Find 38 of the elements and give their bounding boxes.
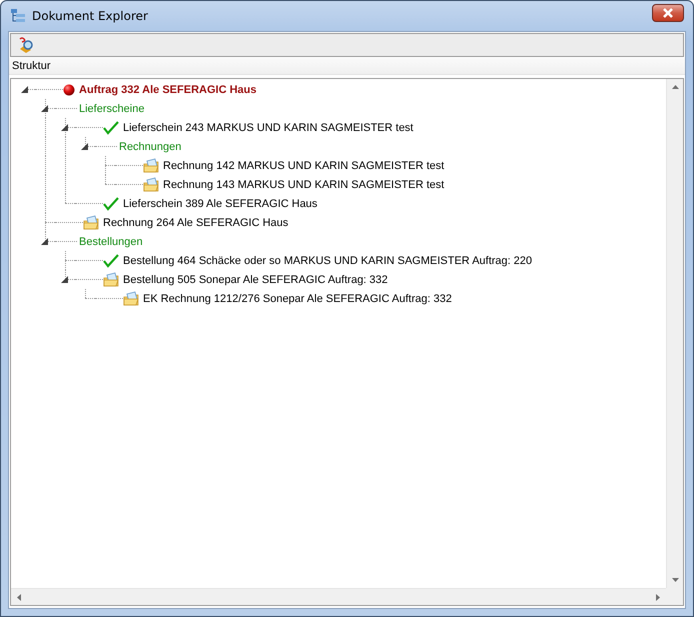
close-button[interactable] bbox=[652, 4, 684, 22]
checkmark-icon bbox=[103, 120, 119, 134]
tree-item[interactable]: Bestellung 505 Sonepar Ale SEFERAGIC Auftrag: 332 bbox=[123, 274, 388, 286]
tree-item[interactable]: Bestellung 464 Schäcke oder so MARKUS UND KARIN SAGMEISTER Auftrag: 220 bbox=[123, 254, 532, 266]
folder-document-icon bbox=[83, 215, 99, 230]
folder-document-icon bbox=[143, 177, 159, 192]
tree-item[interactable]: Lieferschein 389 Ale SEFERAGIC Haus bbox=[123, 198, 318, 210]
tree-group-label[interactable]: Bestellungen bbox=[79, 236, 143, 248]
scroll-left-arrow[interactable] bbox=[17, 594, 21, 600]
horizontal-scrollbar[interactable] bbox=[11, 588, 666, 605]
tree-item[interactable]: Rechnung 142 MARKUS UND KARIN SAGMEISTER test bbox=[163, 160, 444, 172]
tree-item[interactable]: EK Rechnung 1212/276 Sonepar Ale SEFERAGIC Auftrag: 332 bbox=[143, 292, 452, 304]
collapse-toggle[interactable] bbox=[61, 276, 68, 283]
collapse-toggle[interactable] bbox=[81, 143, 88, 150]
checkmark-icon bbox=[103, 196, 119, 210]
tree-item[interactable]: Rechnung 143 MARKUS UND KARIN SAGMEISTER test bbox=[163, 178, 444, 190]
vertical-scrollbar[interactable] bbox=[666, 79, 683, 588]
window-title: Dokument Explorer bbox=[32, 9, 149, 23]
tree-item[interactable]: Auftrag 332 Ale SEFERAGIC Haus bbox=[79, 84, 256, 96]
collapse-toggle[interactable] bbox=[61, 124, 68, 131]
collapse-toggle[interactable] bbox=[41, 238, 48, 245]
scroll-up-arrow[interactable] bbox=[672, 85, 678, 89]
scroll-down-arrow[interactable] bbox=[672, 578, 678, 582]
scroll-right-arrow[interactable] bbox=[656, 594, 660, 600]
status-dot-icon bbox=[63, 84, 75, 96]
tree-group-label[interactable]: Rechnungen bbox=[119, 140, 182, 152]
tree-group-label[interactable]: Lieferscheine bbox=[79, 102, 144, 114]
tree-structure-icon bbox=[10, 8, 26, 24]
folder-document-icon bbox=[143, 158, 159, 173]
tree-item[interactable]: Rechnung 264 Ale SEFERAGIC Haus bbox=[103, 216, 288, 228]
close-icon bbox=[662, 8, 674, 18]
folder-document-icon bbox=[123, 291, 139, 306]
tree-item[interactable]: Lieferschein 243 MARKUS UND KARIN SAGMEISTER test bbox=[123, 122, 414, 134]
collapse-toggle[interactable] bbox=[41, 105, 48, 112]
column-header: Struktur bbox=[9, 58, 685, 75]
checkmark-icon bbox=[103, 254, 119, 268]
collapse-toggle[interactable] bbox=[21, 86, 28, 93]
folder-document-icon bbox=[103, 272, 119, 287]
